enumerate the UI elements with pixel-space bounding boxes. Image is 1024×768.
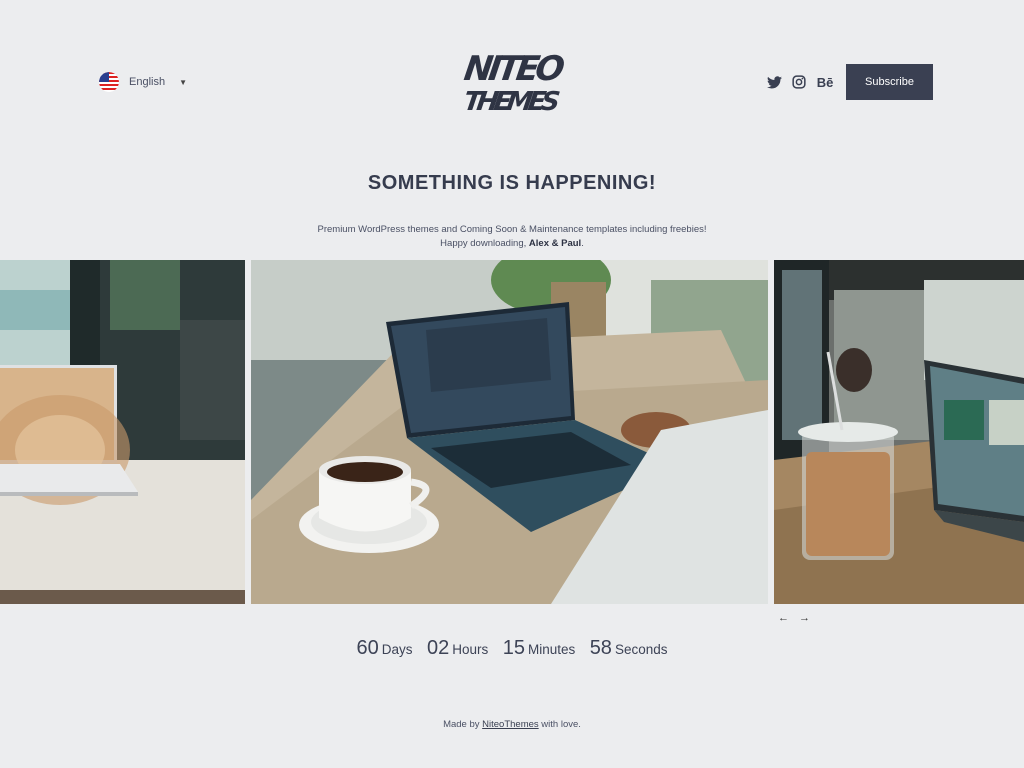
social-links: Bē bbox=[766, 74, 834, 90]
image-carousel[interactable] bbox=[0, 260, 1024, 604]
description-suffix: . bbox=[581, 238, 584, 249]
description-line-2: Happy downloading, Alex & Paul. bbox=[0, 237, 1024, 251]
language-label: English bbox=[129, 76, 166, 88]
carousel-slide bbox=[774, 260, 1024, 604]
description-line-1: Premium WordPress themes and Coming Soon… bbox=[317, 224, 707, 235]
us-flag-icon bbox=[99, 72, 119, 92]
footer-prefix: Made by bbox=[443, 719, 483, 730]
laptop-by-window-photo bbox=[0, 260, 245, 604]
iced-coffee-laptop-photo bbox=[774, 260, 1024, 604]
countdown-minutes-label: Minutes bbox=[527, 642, 576, 657]
arrow-right-icon[interactable]: → bbox=[799, 612, 810, 624]
countdown-days-label: Days bbox=[381, 642, 413, 657]
description-prefix: Happy downloading, bbox=[440, 238, 529, 249]
countdown-hours: 02 bbox=[426, 637, 450, 659]
logo-line2: THEMES bbox=[462, 87, 562, 117]
subscribe-button[interactable]: Subscribe bbox=[846, 64, 933, 100]
logo-line1: NITEO bbox=[462, 49, 566, 89]
countdown-days: 60 bbox=[356, 637, 379, 659]
instagram-icon[interactable] bbox=[791, 74, 807, 90]
carousel-slide bbox=[251, 260, 768, 604]
chevron-down-icon: ▼ bbox=[179, 77, 187, 87]
authors: Alex & Paul bbox=[528, 238, 582, 249]
page-description: Premium WordPress themes and Coming Soon… bbox=[0, 223, 1024, 251]
countdown-seconds-label: Seconds bbox=[614, 642, 668, 657]
countdown-hours-label: Hours bbox=[452, 642, 489, 657]
arrow-left-icon[interactable]: ← bbox=[778, 612, 789, 624]
twitter-icon[interactable] bbox=[766, 74, 782, 90]
carousel-slide bbox=[0, 260, 245, 604]
footer-suffix: with love. bbox=[538, 719, 581, 730]
countdown-seconds: 58 bbox=[589, 637, 612, 659]
footer-link[interactable]: NiteoThemes bbox=[482, 719, 539, 730]
footer: Made by NiteoThemes with love. bbox=[0, 719, 1024, 730]
laptop-coffee-photo bbox=[251, 260, 768, 604]
carousel-nav: ← → bbox=[778, 612, 810, 624]
countdown-minutes: 15 bbox=[502, 637, 525, 659]
countdown-timer: 60 Days 02 Hours 15 Minutes 58 Seconds bbox=[0, 637, 1024, 660]
logo: NITEO THEMES bbox=[462, 49, 566, 117]
page-title: SOMETHING IS HAPPENING! bbox=[367, 172, 657, 194]
language-selector[interactable]: English ▼ bbox=[99, 72, 187, 92]
behance-icon[interactable]: Bē bbox=[816, 74, 834, 90]
